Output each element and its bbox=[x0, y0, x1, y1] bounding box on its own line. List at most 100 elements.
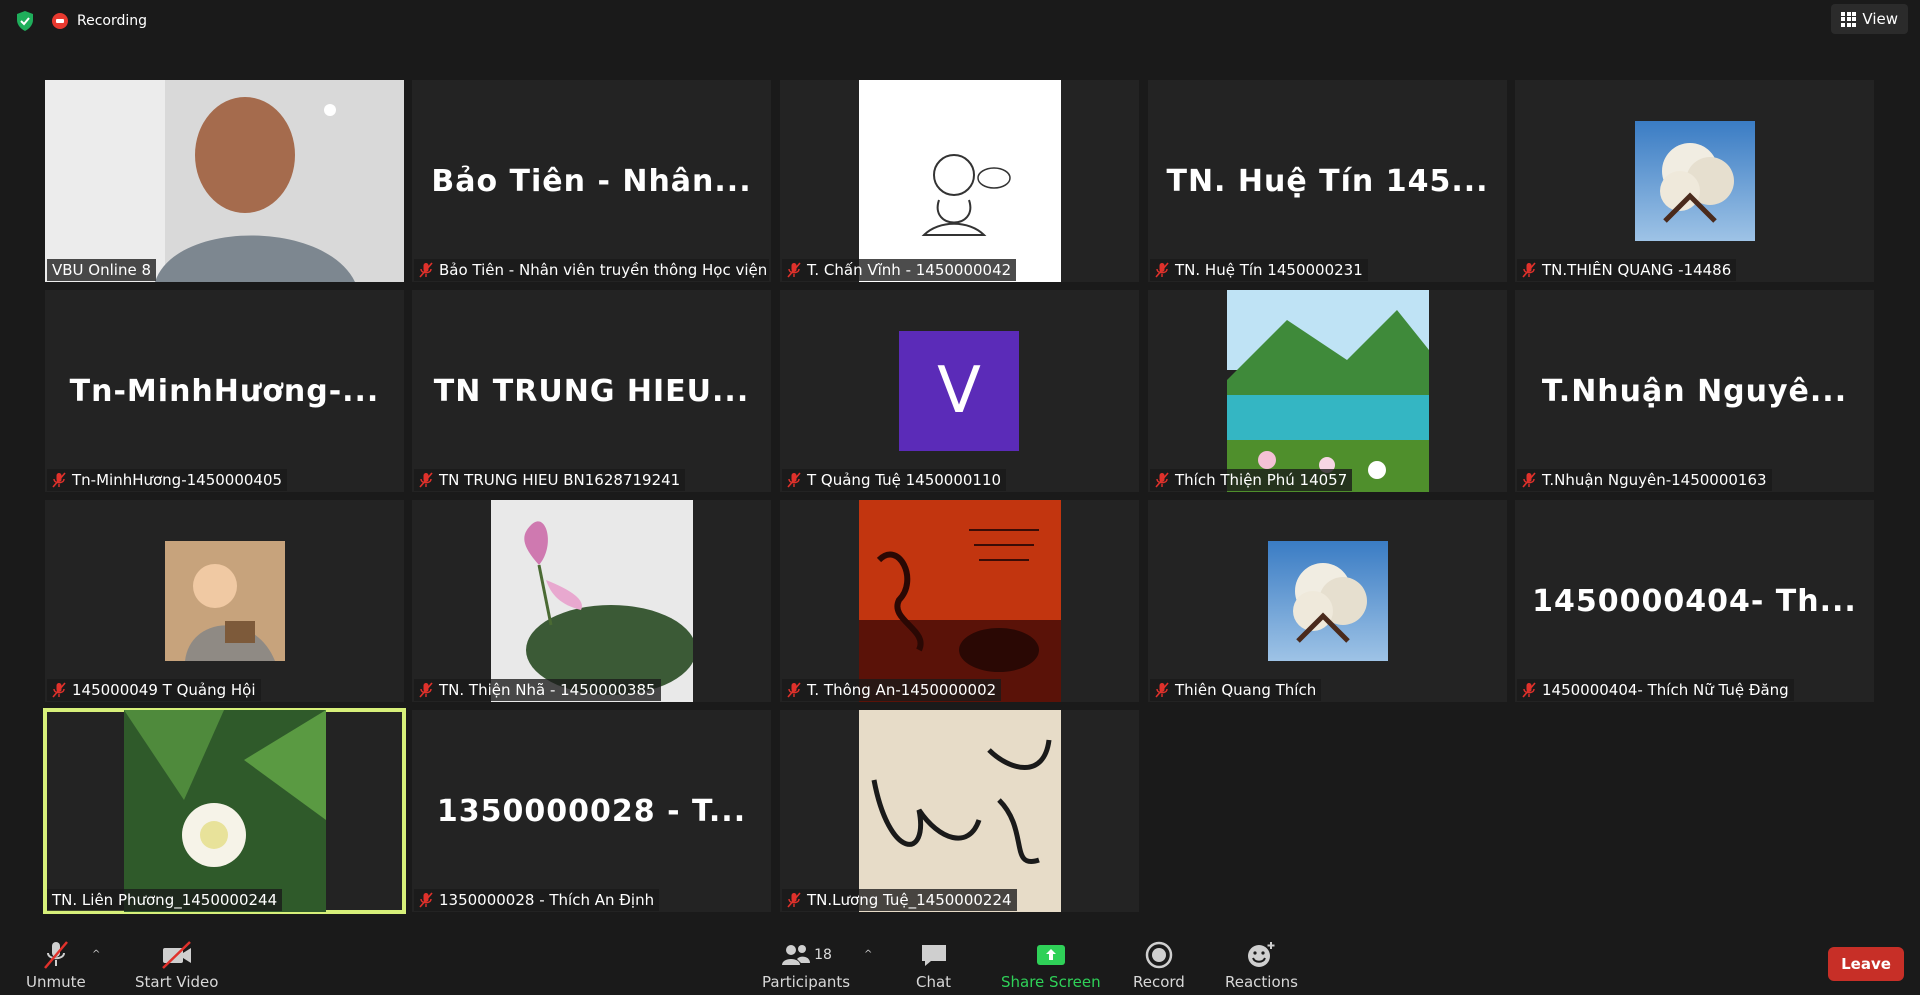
participant-nameplate: 1450000404- Thích Nữ Tuệ Đăng bbox=[1517, 679, 1794, 701]
participant-name: TN TRUNG HIEU BN1628719241 bbox=[439, 471, 681, 489]
muted-microphone-icon bbox=[787, 472, 801, 488]
share-screen-icon bbox=[1036, 945, 1065, 965]
participant-name: 1350000028 - Thích An Định bbox=[439, 891, 655, 909]
record-icon bbox=[1145, 941, 1173, 969]
security-shield-icon[interactable] bbox=[14, 10, 36, 32]
participants-options-caret[interactable]: ^ bbox=[864, 949, 872, 960]
participant-profile-picture bbox=[490, 500, 696, 702]
participant-profile-picture bbox=[1267, 541, 1388, 661]
chat-label: Chat bbox=[916, 973, 952, 991]
view-label: View bbox=[1862, 10, 1898, 28]
start-video-button[interactable]: Start Video bbox=[135, 937, 218, 991]
muted-microphone-icon bbox=[1522, 472, 1536, 488]
participant-name: 1450000404- Thích Nữ Tuệ Đăng bbox=[1542, 681, 1789, 699]
participant-name: Tn-MinhHương-1450000405 bbox=[72, 471, 283, 489]
participant-tile[interactable]: T. Chấn Vĩnh - 1450000042 bbox=[780, 80, 1139, 282]
participant-profile-picture bbox=[1634, 121, 1755, 241]
participant-name: TN. Thiện Nhã - 1450000385 bbox=[439, 681, 656, 699]
chat-button[interactable]: Chat bbox=[916, 937, 951, 991]
participant-display-name: Tn-MinhHương-... bbox=[69, 374, 380, 409]
participant-name: T.Nhuận Nguyên-1450000163 bbox=[1542, 471, 1767, 489]
reactions-smiley-icon bbox=[1248, 942, 1275, 967]
participant-display-name: TN TRUNG HIEU... bbox=[433, 374, 750, 409]
participant-nameplate: TN TRUNG HIEU BN1628719241 bbox=[414, 469, 686, 491]
participant-nameplate: Thích Thiện Phú 14057 bbox=[1150, 469, 1353, 491]
muted-microphone-icon bbox=[52, 682, 66, 698]
participant-tile[interactable]: T.Nhuận Nguyê... T.Nhuận Nguyên-145000016… bbox=[1515, 290, 1874, 492]
participant-tile[interactable]: TN.THIÊN QUANG -14486 bbox=[1515, 80, 1874, 282]
participant-tile[interactable]: Thiên Quang Thích bbox=[1148, 500, 1507, 702]
view-button[interactable]: View bbox=[1831, 4, 1908, 34]
recording-indicator[interactable]: Recording bbox=[52, 10, 147, 32]
muted-microphone-icon bbox=[1522, 682, 1536, 698]
participant-tile[interactable]: VBU Online 8 bbox=[45, 80, 404, 282]
participant-tile[interactable]: 1450000404- Th... 1450000404- Thích Nữ Tu… bbox=[1515, 500, 1874, 702]
participant-name: TN.THIÊN QUANG -14486 bbox=[1542, 261, 1732, 279]
reactions-label: Reactions bbox=[1225, 973, 1298, 991]
participant-name: T. Chấn Vĩnh - 1450000042 bbox=[807, 261, 1012, 279]
participant-tile[interactable]: TN.Lương Tuệ_1450000224 bbox=[780, 710, 1139, 912]
muted-microphone-icon bbox=[1522, 262, 1536, 278]
share-screen-label: Share Screen bbox=[1001, 973, 1101, 991]
chat-icon bbox=[921, 945, 946, 966]
participant-avatar: V bbox=[899, 331, 1019, 451]
participant-display-name: TN. Huệ Tín 145... bbox=[1166, 164, 1489, 199]
unmute-button[interactable]: Unmute bbox=[26, 937, 86, 991]
participant-display-name: T.Nhuận Nguyê... bbox=[1541, 374, 1848, 409]
participant-nameplate: T. Thông An-1450000002 bbox=[782, 679, 1002, 701]
muted-microphone-icon bbox=[787, 892, 801, 908]
participant-name: Thích Thiện Phú 14057 bbox=[1175, 471, 1348, 489]
muted-microphone-icon bbox=[419, 472, 433, 488]
top-bar: Recording View bbox=[0, 0, 1920, 40]
participant-nameplate: 145000049 T Quảng Hội bbox=[47, 679, 261, 701]
muted-microphone-icon bbox=[787, 682, 801, 698]
microphone-muted-icon bbox=[43, 941, 68, 969]
reactions-button[interactable]: Reactions bbox=[1225, 937, 1298, 991]
participant-tile[interactable]: TN. Liên Phương_1450000244 bbox=[43, 708, 406, 914]
participant-name: T Quảng Tuệ 1450000110 bbox=[807, 471, 1002, 489]
record-label: Record bbox=[1133, 973, 1185, 991]
participant-nameplate: TN. Thiện Nhã - 1450000385 bbox=[414, 679, 661, 701]
participant-tile[interactable]: Tn-MinhHương-... Tn-MinhHương-1450000405 bbox=[45, 290, 404, 492]
participant-profile-picture bbox=[858, 80, 1061, 282]
participant-profile-picture bbox=[1226, 290, 1429, 492]
muted-microphone-icon bbox=[52, 472, 66, 488]
participant-tile[interactable]: TN. Thiện Nhã - 1450000385 bbox=[412, 500, 771, 702]
meeting-toolbar: Unmute ^ Start Video 18 Participants ^ C… bbox=[0, 931, 1920, 995]
participants-button[interactable]: 18 Participants bbox=[762, 937, 850, 991]
record-button[interactable]: Record bbox=[1133, 937, 1185, 991]
participant-profile-picture bbox=[164, 541, 285, 661]
participant-tile[interactable]: TN. Huệ Tín 145... TN. Huệ Tín 1450000231 bbox=[1148, 80, 1507, 282]
participant-tile[interactable]: 145000049 T Quảng Hội bbox=[45, 500, 404, 702]
participant-display-name: 1350000028 - T... bbox=[436, 794, 747, 829]
participant-nameplate: 1350000028 - Thích An Định bbox=[414, 889, 660, 911]
participant-tile[interactable]: T. Thông An-1450000002 bbox=[780, 500, 1139, 702]
participant-tile[interactable]: TN TRUNG HIEU... TN TRUNG HIEU BN16287192… bbox=[412, 290, 771, 492]
participants-count: 18 bbox=[814, 947, 832, 963]
leave-button[interactable]: Leave bbox=[1828, 947, 1904, 981]
audio-options-caret[interactable]: ^ bbox=[92, 949, 100, 960]
participant-tile[interactable]: V T Quảng Tuệ 1450000110 bbox=[780, 290, 1139, 492]
participant-tile[interactable]: Thích Thiện Phú 14057 bbox=[1148, 290, 1507, 492]
participant-name: T. Thông An-1450000002 bbox=[807, 681, 997, 699]
participants-label: Participants bbox=[762, 973, 851, 991]
unmute-label: Unmute bbox=[26, 973, 86, 991]
participants-icon bbox=[782, 945, 811, 965]
participant-video bbox=[45, 80, 404, 282]
muted-microphone-icon bbox=[419, 262, 433, 278]
participant-profile-picture bbox=[858, 500, 1061, 702]
participant-nameplate: T. Chấn Vĩnh - 1450000042 bbox=[782, 259, 1017, 281]
participant-tile[interactable]: 1350000028 - T... 1350000028 - Thích An Đ… bbox=[412, 710, 771, 912]
participant-nameplate: TN.Lương Tuệ_1450000224 bbox=[782, 889, 1017, 911]
muted-microphone-icon bbox=[1155, 682, 1169, 698]
participant-tile[interactable]: Bảo Tiên - Nhân... Bảo Tiên - Nhân viên t… bbox=[412, 80, 771, 282]
participant-display-name: 1450000404- Th... bbox=[1532, 584, 1857, 619]
start-video-label: Start Video bbox=[135, 973, 219, 991]
participant-name: VBU Online 8 bbox=[52, 261, 151, 279]
muted-microphone-icon bbox=[787, 262, 801, 278]
muted-microphone-icon bbox=[419, 892, 433, 908]
participant-nameplate: TN. Huệ Tín 1450000231 bbox=[1150, 259, 1368, 281]
participant-profile-picture bbox=[858, 710, 1061, 912]
share-screen-button[interactable]: Share Screen bbox=[1001, 937, 1101, 991]
recording-label: Recording bbox=[77, 13, 148, 29]
